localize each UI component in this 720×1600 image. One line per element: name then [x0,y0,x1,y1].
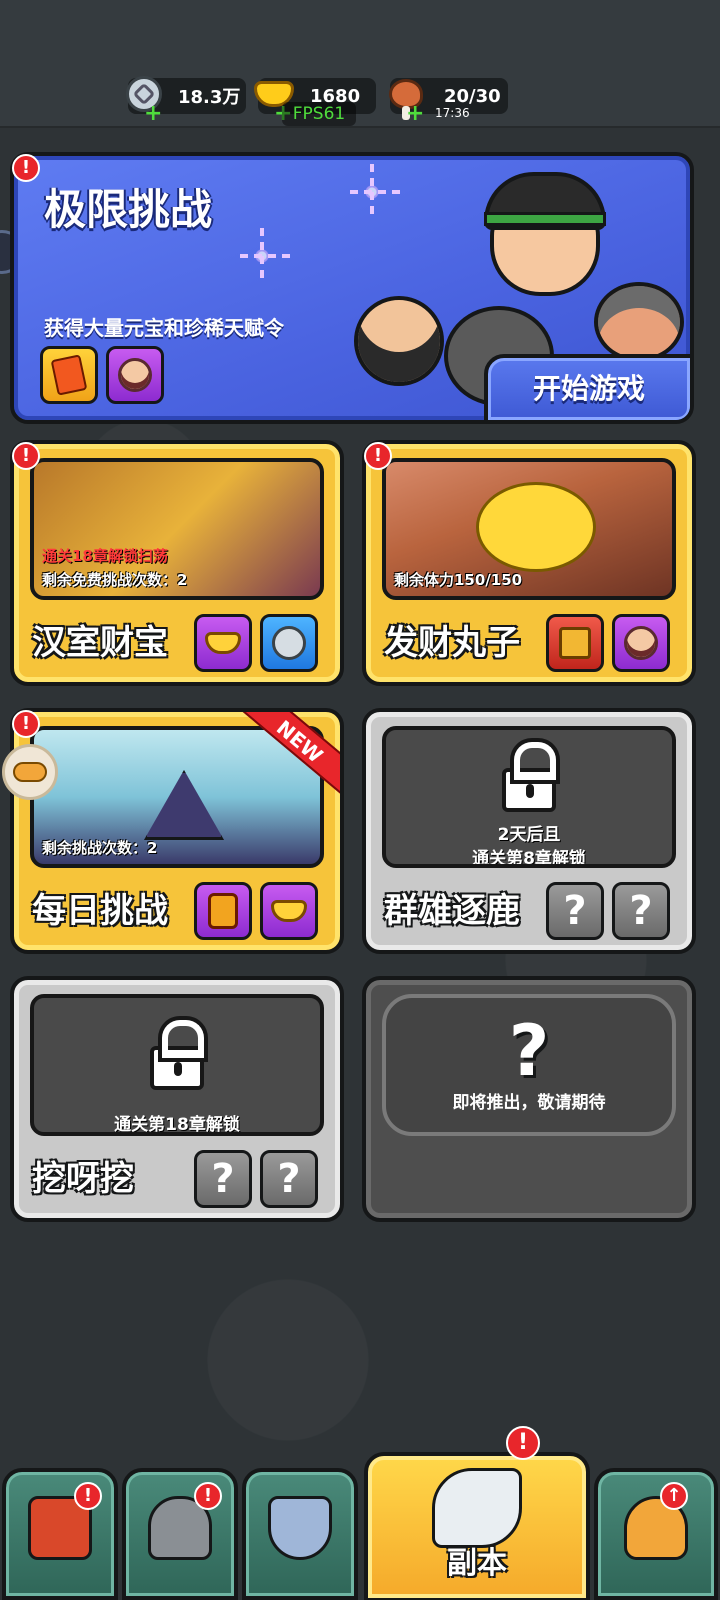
stamina-amount: 20/30 [444,85,501,107]
mode-scene: 通关18章解锁扫荡 剩余免费挑战次数：2 [30,458,324,600]
mode-card-coming-soon: ? 即将推出，敬请期待 [362,976,696,1222]
nav-shop[interactable] [2,1468,118,1600]
silver-resource[interactable]: 18.3万 + [126,76,246,126]
unknown-reward-icon[interactable]: ? [260,1150,318,1208]
general-illustration [470,166,620,316]
nav-dungeon-label: 副本 [447,1546,507,1581]
gamepad-icon[interactable] [2,744,58,800]
mode-card-fortune-balls[interactable]: 剩余体力150/150 发财丸子 [362,440,696,686]
mode-alert-badge: ! [364,442,392,470]
unlock-requirement-line1: 通关第18章解锁 [114,1115,240,1135]
unknown-reward-icon[interactable]: ? [546,882,604,940]
unknown-reward-icon[interactable]: ? [194,1150,252,1208]
coming-soon-text: 即将推出，敬请期待 [452,1093,606,1113]
nav-upgrade-badge: ↑ [660,1482,688,1510]
mode-name: 每日挑战 [32,891,168,931]
unknown-reward-icon[interactable]: ? [612,882,670,940]
hero-portrait-icon[interactable] [612,614,670,672]
shield-swords-icon [268,1496,332,1560]
add-silver-icon[interactable]: + [144,101,162,126]
mode-card-heroes-contest[interactable]: 2天后且 通关第8章解锁 群雄逐鹿 ? ? [362,708,696,954]
question-mark-icon: ? [508,1010,550,1092]
nav-equipment[interactable] [122,1468,238,1600]
featured-description: 获得大量元宝和珍稀天赋令 [44,316,284,340]
dragon-horn-icon [432,1468,522,1548]
mode-name: 汉室财宝 [32,623,168,663]
silver-coin-icon[interactable] [260,614,318,672]
fps-counter: FPS61 [282,102,356,126]
unlock-requirement-line2: 通关第8章解锁 [472,849,586,868]
mode-name: 发财丸子 [384,623,520,663]
hero-illustration [354,296,444,386]
firework-decoration [234,228,290,284]
treasure-chest-icon[interactable] [546,614,604,672]
talent-ticket-icon[interactable] [40,346,98,404]
nav-alert-badge: ! [506,1426,540,1460]
mode-card-han-treasure[interactable]: 通关18章解锁扫荡 剩余免费挑战次数：2 汉室财宝 [10,440,344,686]
mode-alert-badge: ! [12,710,40,738]
mode-name: 群雄逐鹿 [384,891,520,931]
firework-decoration [344,164,400,220]
mode-name: 挖呀挖 [32,1159,134,1199]
nav-talent[interactable] [242,1468,358,1600]
mode-card-dig[interactable]: 通关第18章解锁 挖呀挖 ? ? [10,976,344,1222]
mode-scene: 剩余体力150/150 [382,458,676,600]
add-stamina-icon[interactable]: + [406,101,424,126]
sweep-unlock-requirement: 通关18章解锁扫荡 [42,547,168,565]
mode-scene: 剩余挑战次数：2 [30,726,324,868]
start-game-button[interactable]: 开始游戏 [484,354,690,420]
mode-alert-badge: ! [12,442,40,470]
mode-attempts-info: 剩余挑战次数：2 [42,839,158,857]
talent-medal-icon[interactable] [194,882,252,940]
lock-icon [150,1020,204,1090]
lock-icon [502,742,556,812]
hero-portrait-icon[interactable] [106,346,164,404]
featured-title: 极限挑战 [44,185,213,234]
mode-stamina-info: 剩余体力150/150 [394,571,523,589]
nav-alert-badge: ! [74,1482,102,1510]
nav-alert-badge: ! [194,1482,222,1510]
featured-challenge-card[interactable]: 极限挑战 获得大量元宝和珍稀天赋令 开始游戏 [10,152,694,424]
nav-upgrade[interactable] [594,1468,718,1600]
gold-ingot-icon[interactable] [194,614,252,672]
mode-card-daily-challenge[interactable]: 剩余挑战次数：2 NEW 每日挑战 [10,708,344,954]
nav-dungeon[interactable]: 副本 [364,1452,590,1600]
unlock-requirement-line1: 2天后且 [497,825,561,845]
featured-alert-badge: ! [12,154,40,182]
mode-scene: 通关第18章解锁 [30,994,324,1136]
mode-attempts-info: 剩余免费挑战次数：2 [42,571,188,589]
top-resource-bar: 18.3万 + 1680 + 20/30 + FPS61 17:36 [0,0,720,128]
silver-amount: 18.3万 [178,87,241,108]
gold-ingot-icon[interactable] [260,882,318,940]
mode-scene: 2天后且 通关第8章解锁 [382,726,676,868]
stamina-timer: 17:36 [435,106,470,120]
